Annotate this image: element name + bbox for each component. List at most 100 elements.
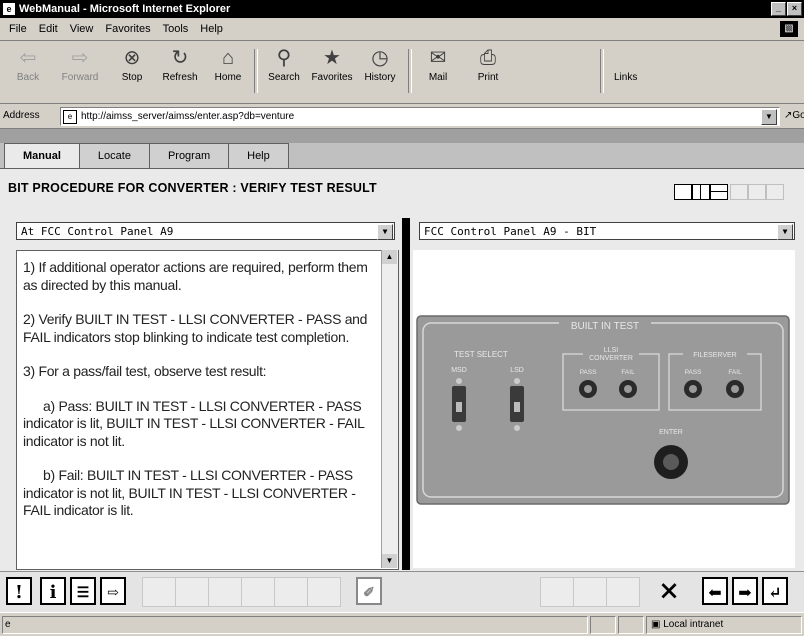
minimize-button[interactable]: _ [771, 2, 786, 16]
address-dropdown-button[interactable]: ▼ [761, 109, 777, 125]
single-pane-layout-icon[interactable] [674, 184, 692, 200]
step-3: 3) For a pass/fail test, observe test re… [23, 363, 267, 379]
bottom-toolbar: ! i ☰ ⇨ ✐ × ⬅ ➡ ↵ [0, 571, 804, 612]
tab-manual[interactable]: Manual [4, 143, 80, 169]
windows-logo-icon: ▧ [780, 21, 798, 37]
search-icon: ⚲ [276, 47, 292, 69]
links-button[interactable]: Links [614, 72, 637, 83]
back-button[interactable]: ⇦ Back [4, 47, 52, 97]
graphic-pane: BUILT IN TEST TEST SELECT MSD LSD LLSI CO… [413, 250, 795, 568]
switch-label-lsd: LSD [510, 367, 524, 374]
print-button[interactable]: ⎙ Print [464, 47, 512, 97]
test-select-label: TEST SELECT [454, 350, 508, 359]
address-input[interactable]: e http://aimss_server/aimss/enter.asp?db=… [60, 107, 780, 126]
return-button[interactable]: ↵ [762, 577, 788, 605]
search-button[interactable]: ⚲ Search [260, 47, 308, 97]
fileserver-pass-label: PASS [685, 369, 703, 376]
status-text-panel: e [2, 616, 588, 634]
info-icon: i [49, 582, 57, 603]
return-arrow-icon: ↵ [768, 583, 782, 602]
refresh-button[interactable]: ↻ Refresh [156, 47, 204, 97]
converter-fail-label: FAIL [621, 369, 635, 376]
history-button[interactable]: ◷ History [356, 47, 404, 97]
mail-button[interactable]: ✉ Mail [414, 47, 462, 97]
warning-button[interactable]: ! [6, 577, 32, 605]
forward-button[interactable]: ⇨ Forward [56, 47, 104, 97]
intranet-icon: ▣ [651, 619, 661, 630]
step-1: 1) If additional operator actions are re… [23, 259, 368, 293]
next-step-button[interactable]: ➡ [732, 577, 758, 605]
close-button[interactable]: × [787, 2, 802, 16]
contents-button[interactable]: ☰ [70, 577, 96, 605]
enter-label: ENTER [659, 429, 683, 436]
info-button[interactable]: i [40, 577, 66, 605]
contents-list-icon: ☰ [76, 585, 90, 601]
menu-file[interactable]: File [9, 23, 27, 35]
tab-help[interactable]: Help [228, 143, 289, 169]
location-select-value: At FCC Control Panel A9 [21, 225, 174, 238]
page-status-icon: e [5, 619, 11, 630]
status-bar: e ▣ Local intranet [0, 612, 804, 636]
location-select[interactable]: At FCC Control Panel A9 ▼ [16, 222, 395, 240]
favorites-button[interactable]: ★ Favorites [308, 47, 356, 97]
empty-slot [142, 577, 176, 607]
menu-help[interactable]: Help [200, 23, 223, 35]
address-label: Address [3, 110, 40, 121]
address-bar: Address e http://aimss_server/aimss/enter… [0, 104, 804, 129]
stop-button[interactable]: ⊗ Stop [108, 47, 156, 97]
menu-bar: File Edit View Favorites Tools Help ▧ [0, 18, 804, 41]
empty-slot [241, 577, 275, 607]
history-icon: ◷ [371, 47, 389, 69]
favorites-icon: ★ [323, 47, 341, 69]
right-arrow-icon: ➡ [738, 583, 752, 602]
step-3a: a) Pass: BUILT IN TEST - LLSI CONVERTER … [23, 397, 365, 449]
empty-slot [573, 577, 607, 607]
empty-slot [606, 577, 640, 607]
chevron-down-icon[interactable]: ▼ [777, 224, 793, 240]
address-url: http://aimss_server/aimss/enter.asp?db=v… [81, 111, 295, 122]
next-section-button[interactable]: ⇨ [100, 577, 126, 605]
toolbar-separator [408, 49, 412, 93]
grid-layout-icon [730, 184, 748, 200]
arrow-list-icon: ⇨ [107, 585, 119, 601]
previous-step-button[interactable]: ⬅ [702, 577, 728, 605]
procedure-text-pane[interactable]: 1) If additional operator actions are re… [16, 250, 399, 570]
switch-label-msd: MSD [451, 367, 467, 374]
procedure-title: BIT PROCEDURE FOR CONVERTER : VERIFY TES… [8, 181, 377, 195]
menu-edit[interactable]: Edit [39, 23, 58, 35]
zone-label: Local intranet [663, 619, 724, 630]
graphic-select[interactable]: FCC Control Panel A9 - BIT ▼ [419, 222, 795, 240]
chevron-down-icon[interactable]: ▼ [377, 224, 393, 240]
menu-tools[interactable]: Tools [163, 23, 189, 35]
note-button[interactable]: ✐ [356, 577, 382, 605]
exit-button[interactable]: × [656, 577, 682, 605]
ie-logo-icon: e [3, 3, 15, 15]
converter-pass-label: PASS [580, 369, 598, 376]
mail-icon: ✉ [429, 47, 447, 69]
graphic-select-value: FCC Control Panel A9 - BIT [424, 225, 597, 238]
zone-panel: ▣ Local intranet [646, 616, 802, 634]
warning-icon: ! [15, 582, 23, 603]
control-panel-graphic: BUILT IN TEST TEST SELECT MSD LSD LLSI CO… [416, 315, 790, 505]
home-icon: ⌂ [221, 47, 235, 69]
vertical-split-layout-icon[interactable] [692, 184, 710, 200]
tab-program[interactable]: Program [148, 143, 230, 169]
pane-divider[interactable] [402, 218, 410, 570]
title-bar: e WebManual - Microsoft Internet Explore… [0, 0, 804, 18]
close-icon: × [658, 576, 680, 606]
toolbar: ⇦ Back ⇨ Forward ⊗ Stop ↻ Refresh ⌂ Home… [0, 41, 804, 104]
scroll-down-icon[interactable]: ▼ [382, 554, 397, 568]
menu-favorites[interactable]: Favorites [105, 23, 150, 35]
text-scrollbar[interactable]: ▲ ▼ [381, 250, 398, 568]
home-button[interactable]: ⌂ Home [204, 47, 252, 97]
scroll-up-icon[interactable]: ▲ [382, 250, 397, 264]
horizontal-split-layout-icon[interactable] [710, 184, 728, 200]
toolbar-separator [254, 49, 258, 93]
empty-slot [540, 577, 574, 607]
go-button[interactable]: ↗Go [784, 110, 804, 121]
menu-view[interactable]: View [70, 23, 94, 35]
tab-locate[interactable]: Locate [78, 143, 150, 169]
back-arrow-icon: ⇦ [19, 47, 37, 69]
step-3b: b) Fail: BUILT IN TEST - LLSI CONVERTER … [23, 467, 356, 518]
empty-slot [307, 577, 341, 607]
